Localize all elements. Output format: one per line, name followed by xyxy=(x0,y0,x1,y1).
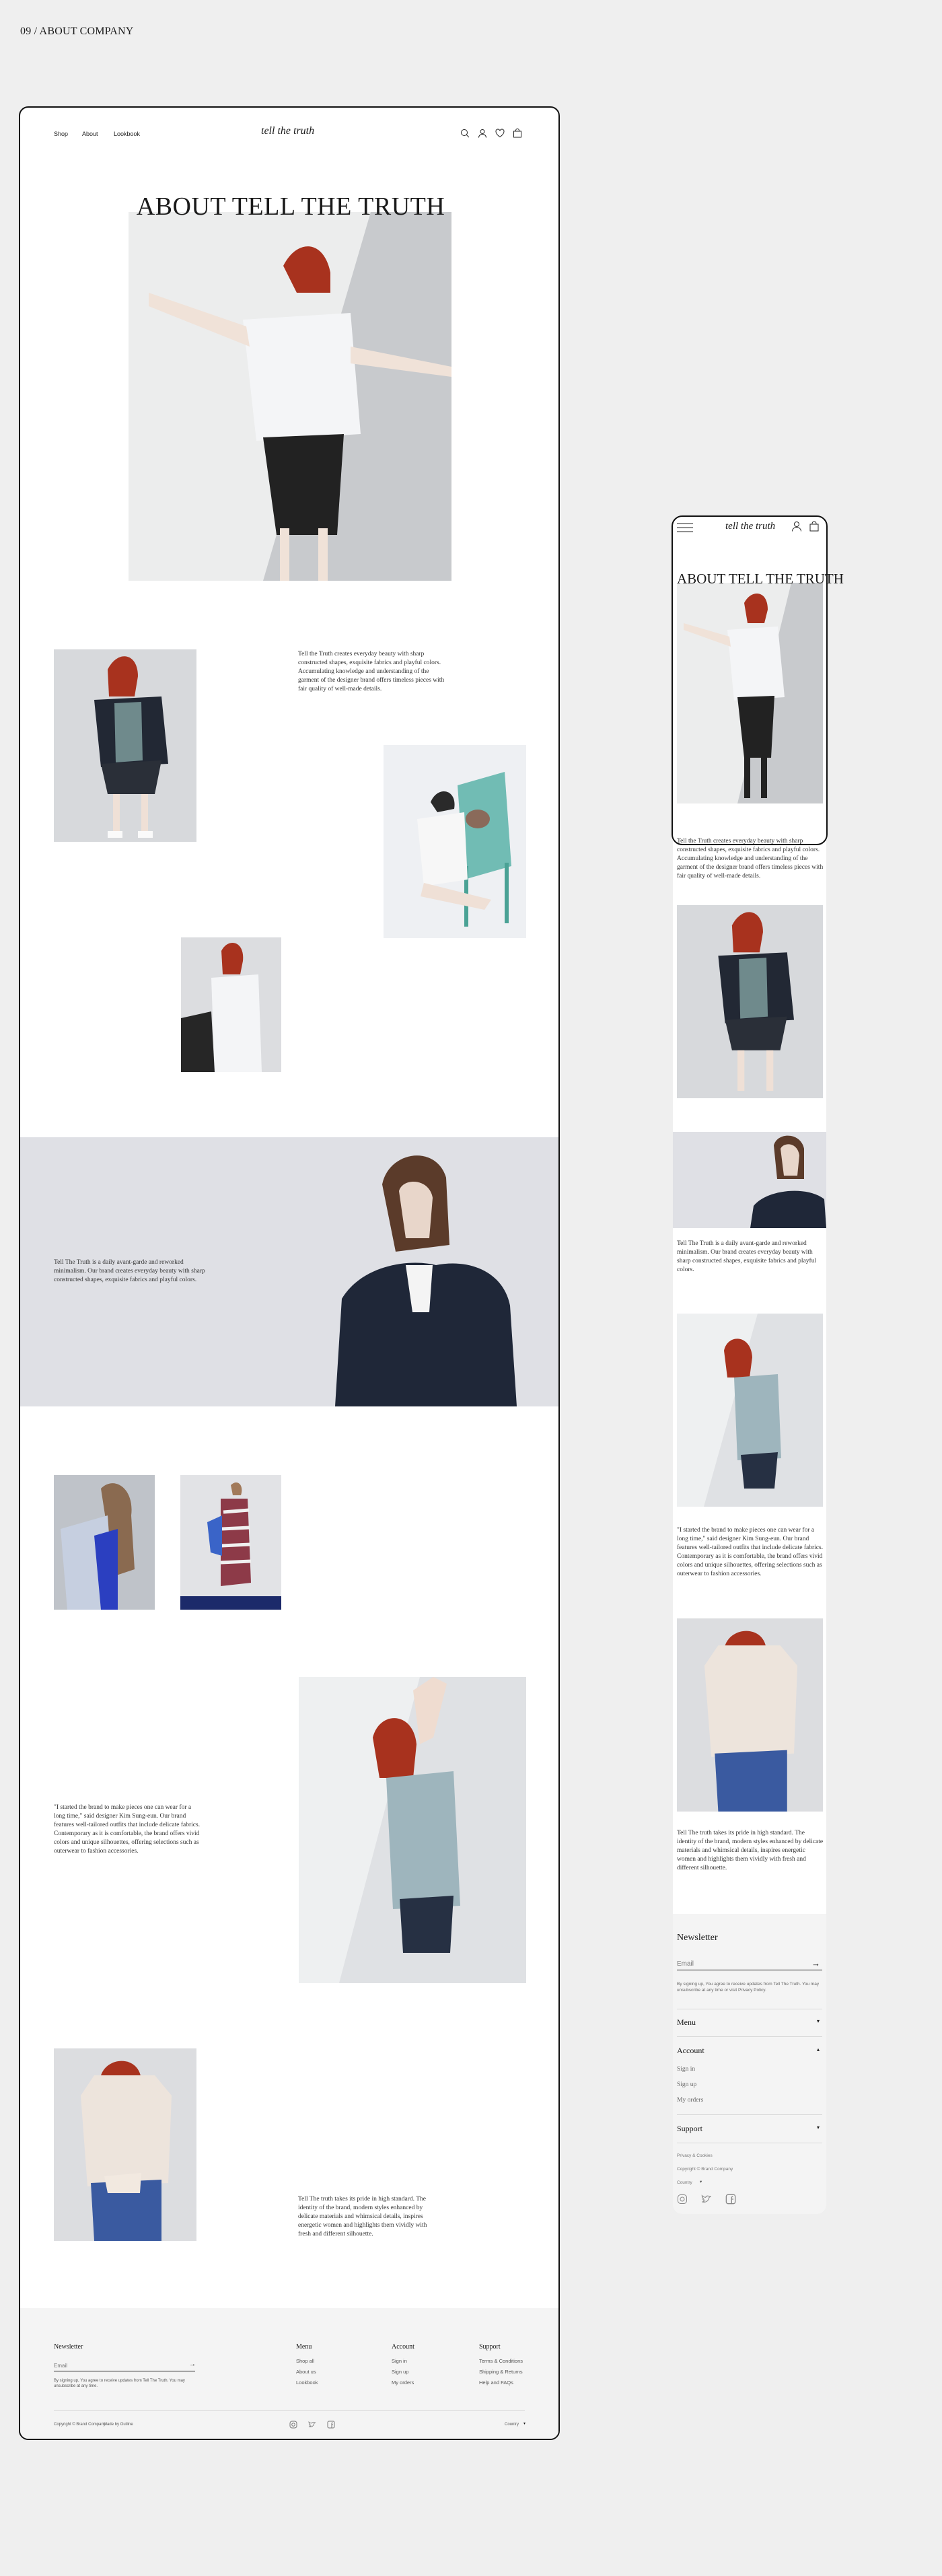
footer-country-select[interactable]: Country xyxy=(505,2423,519,2427)
model-light-blue-shirt-photo xyxy=(299,1677,526,1983)
footer-divider xyxy=(54,2410,525,2411)
mobile-support-heading[interactable]: Support xyxy=(677,2124,702,2134)
footer-submit-arrow-icon[interactable]: → xyxy=(189,2361,196,2368)
mobile-instagram-icon[interactable] xyxy=(677,2194,688,2205)
mobile-privacy-link[interactable]: Privacy & Cookies xyxy=(677,2153,713,2158)
mobile-beige-top-photo xyxy=(677,1618,823,1812)
mobile-footer-divider-2 xyxy=(677,2036,822,2037)
footer-link-about-us[interactable]: About us xyxy=(296,2369,316,2375)
heart-icon[interactable] xyxy=(495,129,505,138)
hero-title: ABOUT TELL THE TRUTH xyxy=(136,192,445,221)
mobile-menu-heading[interactable]: Menu xyxy=(677,2017,696,2028)
nav-lookbook[interactable]: Lookbook xyxy=(114,131,140,137)
mobile-account-heading[interactable]: Account xyxy=(677,2046,704,2056)
footer-copyright: Copyright © Brand Company xyxy=(54,2423,106,2427)
mobile-facebook-icon[interactable] xyxy=(725,2194,736,2205)
designer-quote-paragraph: "I started the brand to make pieces one … xyxy=(54,1804,201,1855)
footer-newsletter-heading: Newsletter xyxy=(54,2343,83,2351)
footer-link-shop-all[interactable]: Shop all xyxy=(296,2358,314,2364)
model-profile-photo xyxy=(335,1155,517,1406)
twitter-icon[interactable] xyxy=(308,2421,316,2429)
mobile-consent-text: By signing up, You agree to receive upda… xyxy=(677,1982,820,1993)
footer-menu-heading: Menu xyxy=(296,2343,312,2351)
footer-link-terms[interactable]: Terms & Conditions xyxy=(479,2358,523,2364)
nav-about[interactable]: About xyxy=(82,131,98,137)
philosophy-paragraph: Tell The Truth is a daily avant-garde an… xyxy=(54,1259,205,1283)
country-chevron-icon[interactable]: ▾ xyxy=(523,2421,526,2426)
model-blue-coat-photo xyxy=(54,1475,155,1610)
mobile-link-sign-up[interactable]: Sign up xyxy=(677,2081,696,2088)
search-icon[interactable] xyxy=(460,129,470,138)
model-beige-top-photo xyxy=(54,2048,196,2241)
footer-email-input[interactable] xyxy=(54,2361,195,2371)
support-chevron-icon[interactable]: ▾ xyxy=(817,2124,820,2131)
mobile-profile-photo xyxy=(673,1132,826,1228)
mobile-country-select[interactable]: Country xyxy=(677,2180,692,2185)
footer-link-sign-in[interactable]: Sign in xyxy=(392,2358,407,2364)
mobile-newsletter-heading: Newsletter xyxy=(677,1933,718,1943)
mobile-blazer-photo xyxy=(677,905,823,1098)
mobile-email-input[interactable] xyxy=(677,1958,822,1970)
instagram-icon[interactable] xyxy=(289,2421,297,2429)
footer-link-faq[interactable]: Help and FAQs xyxy=(479,2380,513,2386)
intro-paragraph: Tell the Truth creates everyday beauty w… xyxy=(298,651,445,692)
mobile-country-chevron-icon[interactable]: ▾ xyxy=(700,2179,702,2184)
mobile-identity-paragraph: Tell The truth takes its pride in high s… xyxy=(677,1830,824,1871)
mobile-link-my-orders[interactable]: My orders xyxy=(677,2097,703,2104)
philosophy-band: Tell The Truth is a daily avant-garde an… xyxy=(20,1137,558,1406)
mobile-designer-quote-paragraph: "I started the brand to make pieces one … xyxy=(677,1527,824,1577)
footer-link-sign-up[interactable]: Sign up xyxy=(392,2369,408,2375)
brand-logo[interactable]: tell the truth xyxy=(261,125,314,137)
user-icon[interactable] xyxy=(478,129,487,138)
footer-consent-text: By signing up, You agree to receive upda… xyxy=(54,2379,185,2388)
mobile-light-blue-shirt-photo xyxy=(677,1314,823,1507)
mobile-twitter-icon[interactable] xyxy=(701,2194,712,2205)
cart-icon[interactable] xyxy=(513,129,522,138)
footer-link-lookbook[interactable]: Lookbook xyxy=(296,2380,318,2386)
mobile-device-frame xyxy=(672,515,828,845)
nav-shop[interactable]: Shop xyxy=(54,131,68,137)
footer-link-my-orders[interactable]: My orders xyxy=(392,2380,414,2386)
model-striped-dress-photo xyxy=(180,1475,281,1610)
facebook-icon[interactable] xyxy=(327,2421,335,2429)
mobile-philosophy-paragraph: Tell The Truth is a daily avant-garde an… xyxy=(677,1240,817,1273)
hero-model-photo xyxy=(129,212,451,581)
model-chair-photo xyxy=(384,745,526,938)
identity-paragraph: Tell The truth takes its pride in high s… xyxy=(298,2196,427,2238)
account-chevron-icon[interactable]: ▴ xyxy=(817,2046,820,2052)
footer-support-heading: Support xyxy=(479,2343,501,2351)
page-label: 09 / ABOUT COMPANY xyxy=(20,26,134,37)
mobile-footer-divider-3 xyxy=(677,2114,822,2115)
mobile-link-sign-in[interactable]: Sign in xyxy=(677,2066,695,2073)
mobile-copyright: Copyright © Brand Company xyxy=(677,2167,733,2172)
footer-made-by: Made by Outline xyxy=(104,2423,133,2427)
mobile-submit-arrow-icon[interactable]: → xyxy=(811,1958,820,1969)
desktop-frame: Shop About Lookbook tell the truth ABOUT… xyxy=(19,106,560,2440)
footer-link-shipping[interactable]: Shipping & Returns xyxy=(479,2369,523,2375)
model-shirt-photo xyxy=(181,937,281,1072)
footer-account-heading: Account xyxy=(392,2343,414,2351)
model-blazer-photo xyxy=(54,649,196,842)
menu-chevron-icon[interactable]: ▾ xyxy=(817,2018,820,2024)
